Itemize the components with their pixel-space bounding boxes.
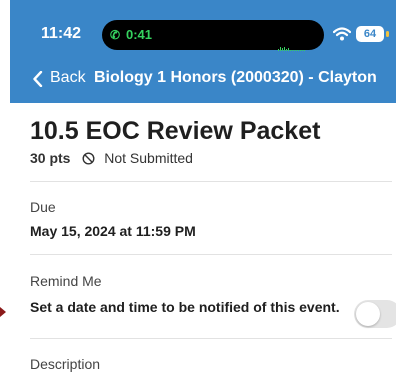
remind-me-toggle[interactable] (354, 300, 396, 328)
assignment-title: 10.5 EOC Review Packet (30, 117, 321, 145)
course-title: Biology 1 Honors (2000320) - Clayton (94, 69, 377, 86)
remind-me-text: Set a date and time to be notified of th… (30, 299, 340, 315)
dynamic-island[interactable]: ✆ 0:41 (102, 20, 324, 51)
description-label: Description (30, 356, 101, 372)
toggle-knob (356, 302, 380, 326)
call-indicator[interactable]: ✆ 0:41 (108, 25, 158, 45)
battery-cap (386, 31, 389, 37)
back-button[interactable]: Back (50, 69, 86, 87)
not-submitted-icon (82, 152, 95, 165)
app-screen: 11:42 ✆ 0:41 64 Back Biology 1 Honors (2… (10, 0, 396, 382)
wifi-icon (333, 27, 351, 41)
submission-status: Not Submitted (104, 150, 193, 166)
back-chevron-icon[interactable] (32, 71, 44, 87)
navigation-bar: Back Biology 1 Honors (2000320) - Clayto… (10, 63, 396, 93)
header-bar: 11:42 ✆ 0:41 64 Back Biology 1 Honors (2… (10, 0, 396, 103)
battery-icon: 64 (356, 26, 384, 42)
pointer-arrow-marker (0, 307, 6, 317)
divider (30, 181, 392, 182)
call-timer: 0:41 (126, 27, 153, 42)
divider (30, 338, 392, 339)
points-value: 30 pts (30, 150, 71, 166)
phone-icon: ✆ (110, 28, 121, 42)
audio-waveform-icon (278, 33, 306, 51)
due-label: Due (30, 199, 56, 215)
status-bar: 11:42 ✆ 0:41 64 (10, 0, 396, 60)
divider (30, 254, 392, 255)
remind-me-label: Remind Me (30, 273, 102, 289)
assignment-meta: 30 pts Not Submitted (30, 150, 193, 166)
due-date-value: May 15, 2024 at 11:59 PM (30, 223, 196, 239)
status-time: 11:42 (41, 25, 82, 42)
